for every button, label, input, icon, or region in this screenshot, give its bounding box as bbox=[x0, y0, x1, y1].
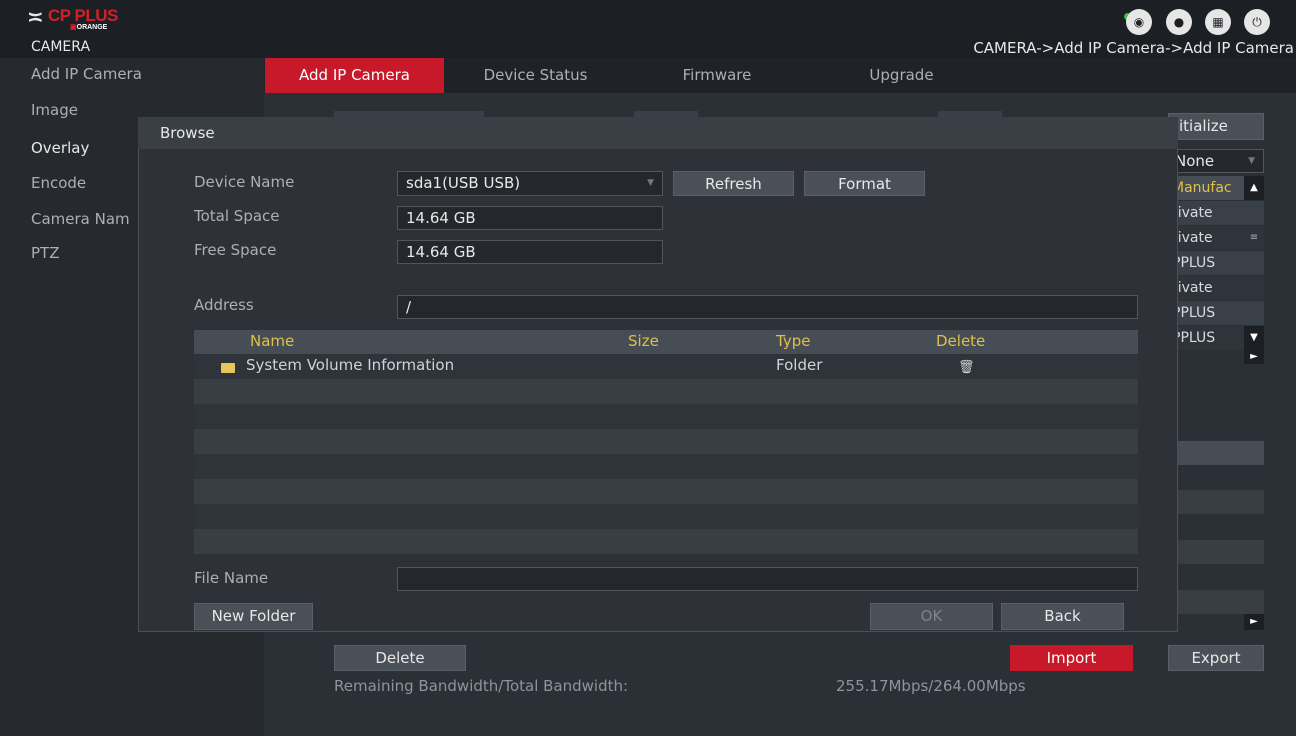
list-item[interactable]: rivate bbox=[1168, 201, 1264, 225]
breadcrumb: CAMERA->Add IP Camera->Add IP Camera bbox=[973, 39, 1294, 57]
file-type-cell: Folder bbox=[776, 356, 823, 374]
section-title: CAMERA bbox=[31, 39, 91, 55]
list-item bbox=[1168, 490, 1264, 514]
sidebar-item-add-ip-camera[interactable]: Add IP Camera bbox=[31, 65, 142, 83]
sidebar-item-image[interactable]: Image bbox=[31, 101, 78, 119]
list-item bbox=[1168, 590, 1264, 614]
address-label: Address bbox=[194, 296, 254, 314]
dialog-header bbox=[138, 117, 1178, 149]
grid-icon[interactable]: ▦ bbox=[1205, 9, 1231, 35]
device-name-label: Device Name bbox=[194, 173, 295, 191]
free-space-label: Free Space bbox=[194, 241, 277, 259]
address-field[interactable]: / bbox=[397, 295, 1138, 319]
trash-icon[interactable]: 🗑︎ bbox=[958, 360, 975, 375]
filter-select[interactable]: None ▼ bbox=[1168, 149, 1264, 173]
table-row bbox=[194, 504, 1138, 529]
refresh-button[interactable]: Refresh bbox=[673, 171, 794, 196]
total-space-field: 14.64 GB bbox=[397, 206, 663, 230]
bandwidth-label: Remaining Bandwidth/Total Bandwidth: bbox=[334, 677, 629, 695]
logo-subtext: ▣ORANGE bbox=[70, 24, 108, 31]
list-item[interactable]: rivate bbox=[1168, 276, 1264, 300]
format-button[interactable]: Format bbox=[804, 171, 925, 196]
folder-icon bbox=[221, 363, 235, 373]
delete-button[interactable]: Delete bbox=[334, 645, 466, 671]
tab-add-ip-camera[interactable]: Add IP Camera bbox=[265, 58, 444, 93]
import-button[interactable]: Import bbox=[1010, 645, 1133, 671]
sidebar-item-ptz[interactable]: PTZ bbox=[31, 244, 59, 262]
tab-device-status[interactable]: Device Status bbox=[444, 58, 627, 93]
device-name-select[interactable]: sda1(USB USB) ▼ bbox=[397, 171, 663, 196]
file-name-label: File Name bbox=[194, 569, 269, 587]
table-row bbox=[194, 429, 1138, 454]
new-folder-button[interactable]: New Folder bbox=[194, 603, 313, 630]
list-item bbox=[1168, 540, 1264, 564]
export-button[interactable]: Export bbox=[1168, 645, 1264, 671]
sidebar-item-overlay[interactable]: Overlay bbox=[31, 139, 89, 157]
list-item[interactable]: PPLUS bbox=[1168, 301, 1264, 325]
list-item[interactable]: PPLUS bbox=[1168, 251, 1264, 275]
dialog-title: Browse bbox=[160, 124, 215, 142]
total-space-label: Total Space bbox=[194, 207, 280, 225]
table-row bbox=[194, 454, 1138, 479]
back-button[interactable]: Back bbox=[1001, 603, 1124, 630]
tab-firmware[interactable]: Firmware bbox=[627, 58, 807, 93]
chevron-down-icon: ▼ bbox=[647, 178, 654, 188]
chevron-down-icon: ▼ bbox=[1248, 156, 1255, 166]
column-header-delete[interactable]: Delete bbox=[936, 332, 985, 350]
eye-icon[interactable]: ◉ bbox=[1126, 9, 1152, 35]
table-row bbox=[194, 404, 1138, 429]
file-name-cell[interactable]: System Volume Information bbox=[246, 356, 454, 374]
sidebar-item-camera-name[interactable]: Camera Nam bbox=[31, 210, 138, 228]
ok-button[interactable]: OK bbox=[870, 603, 993, 630]
table-row bbox=[194, 529, 1138, 554]
top-bar bbox=[0, 0, 1296, 38]
scroll-right-icon[interactable]: ► bbox=[1244, 350, 1264, 364]
scroll-down-icon[interactable]: ▼ bbox=[1244, 326, 1264, 350]
bandwidth-value: 255.17Mbps/264.00Mbps bbox=[836, 677, 1026, 695]
sidebar-item-encode[interactable]: Encode bbox=[31, 174, 86, 192]
column-header-size[interactable]: Size bbox=[628, 332, 659, 350]
user-icon[interactable]: ● bbox=[1166, 9, 1192, 35]
column-header-name[interactable]: Name bbox=[250, 332, 294, 350]
initialize-button[interactable]: itialize bbox=[1168, 113, 1264, 140]
list-header bbox=[1168, 441, 1264, 465]
column-header-type[interactable]: Type bbox=[776, 332, 810, 350]
power-icon[interactable]: ⏻ bbox=[1244, 9, 1270, 35]
logo-icon: ≍ bbox=[27, 5, 44, 29]
table-header bbox=[194, 330, 1138, 354]
table-row bbox=[194, 379, 1138, 404]
scroll-right-icon[interactable]: ► bbox=[1244, 614, 1264, 630]
scroll-thumb-icon[interactable]: ≡ bbox=[1244, 226, 1264, 250]
tab-upgrade[interactable]: Upgrade bbox=[807, 58, 996, 93]
file-name-input[interactable] bbox=[397, 567, 1138, 591]
table-row bbox=[194, 479, 1138, 504]
scroll-up-icon[interactable]: ▲ bbox=[1244, 176, 1264, 200]
free-space-field: 14.64 GB bbox=[397, 240, 663, 264]
